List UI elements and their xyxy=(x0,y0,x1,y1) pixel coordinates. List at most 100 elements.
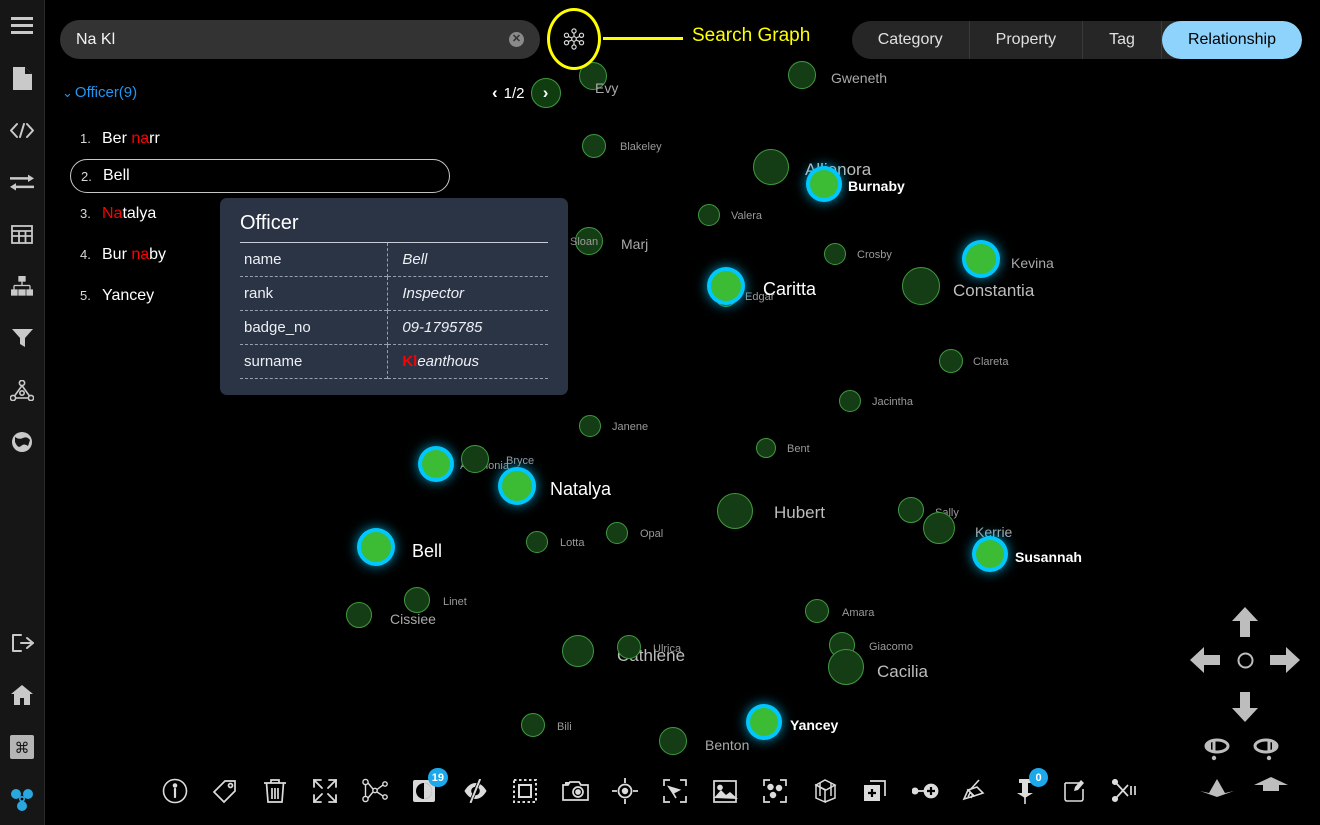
graph-node[interactable] xyxy=(502,471,532,501)
nav-center-icon[interactable] xyxy=(1237,652,1254,674)
graph-node[interactable] xyxy=(966,244,996,274)
graph-node[interactable] xyxy=(753,149,789,185)
annotate-icon[interactable] xyxy=(1050,766,1100,816)
graph-expand-icon[interactable] xyxy=(350,766,400,816)
tilt-up-icon[interactable] xyxy=(1254,775,1288,802)
nav-down-icon[interactable] xyxy=(1232,692,1258,727)
graph-node[interactable] xyxy=(824,243,846,265)
graph-node[interactable] xyxy=(976,540,1004,568)
graph-node[interactable] xyxy=(898,497,924,523)
info-icon[interactable] xyxy=(150,766,200,816)
hide-icon[interactable] xyxy=(450,766,500,816)
toolbar-badge: 0 xyxy=(1029,768,1048,787)
nav-right-icon[interactable] xyxy=(1270,647,1300,678)
results-group-header[interactable]: ⌄ Officer(9) xyxy=(62,84,137,101)
graph-node[interactable] xyxy=(939,349,963,373)
graph-node-label: Burnaby xyxy=(848,178,905,194)
graph-node-label: Kevina xyxy=(1011,255,1054,271)
tab-tag[interactable]: Tag xyxy=(1083,21,1162,59)
graph-node[interactable] xyxy=(756,438,776,458)
prev-page-button[interactable]: ‹ xyxy=(492,83,498,103)
graph-node[interactable] xyxy=(404,587,430,613)
camera-icon[interactable] xyxy=(550,766,600,816)
tab-category[interactable]: Category xyxy=(852,21,970,59)
graph-node-label: Benton xyxy=(705,737,749,753)
hierarchy-icon[interactable] xyxy=(0,260,45,312)
graph-node[interactable] xyxy=(526,531,548,553)
graph-node[interactable] xyxy=(810,170,838,198)
menu-icon[interactable] xyxy=(0,0,45,52)
graph-node[interactable] xyxy=(711,271,741,301)
add-layer-icon[interactable] xyxy=(850,766,900,816)
graph-node[interactable] xyxy=(717,493,753,529)
graph-node[interactable] xyxy=(902,267,940,305)
command-icon[interactable]: ⌘ xyxy=(0,721,45,773)
cut-edge-icon[interactable] xyxy=(1100,766,1150,816)
code-icon[interactable] xyxy=(0,104,45,156)
document-icon[interactable] xyxy=(0,52,45,104)
table-icon[interactable] xyxy=(0,208,45,260)
next-page-button[interactable]: › xyxy=(531,78,561,108)
target-icon[interactable] xyxy=(600,766,650,816)
tag-icon[interactable] xyxy=(200,766,250,816)
search-bar[interactable]: ✕ xyxy=(60,20,540,59)
graph-node[interactable] xyxy=(828,649,864,685)
search-input[interactable] xyxy=(76,31,509,49)
tab-property[interactable]: Property xyxy=(970,21,1083,59)
search-graph-button[interactable] xyxy=(547,8,601,70)
graph-node[interactable] xyxy=(617,635,641,659)
graph-node[interactable] xyxy=(606,522,628,544)
image-icon[interactable] xyxy=(700,766,750,816)
nav-left-icon[interactable] xyxy=(1190,647,1220,678)
filter-icon[interactable] xyxy=(0,312,45,364)
expand-icon[interactable] xyxy=(300,766,350,816)
graph-node-label: Bryce xyxy=(506,455,534,467)
graph-node[interactable] xyxy=(422,450,450,478)
graph-node-label: Lotta xyxy=(560,537,584,549)
left-sidebar: ⌘ xyxy=(0,0,45,825)
graph-node[interactable] xyxy=(361,532,391,562)
result-item[interactable]: 2.Bell xyxy=(70,159,450,193)
cube-icon[interactable] xyxy=(800,766,850,816)
pin-icon[interactable]: 0 xyxy=(1000,766,1050,816)
cluster-icon[interactable] xyxy=(750,766,800,816)
graph-node-label: Susannah xyxy=(1015,549,1082,565)
graph-node[interactable] xyxy=(788,61,816,89)
graph-node[interactable] xyxy=(805,599,829,623)
graph-node[interactable] xyxy=(562,635,594,667)
graph-node[interactable] xyxy=(698,204,720,226)
graph-node[interactable] xyxy=(346,602,372,628)
user-icon[interactable] xyxy=(0,773,45,825)
trash-icon[interactable] xyxy=(250,766,300,816)
add-node-icon[interactable] xyxy=(900,766,950,816)
home-icon[interactable] xyxy=(0,669,45,721)
graph-node[interactable] xyxy=(923,512,955,544)
rotate-right-icon[interactable] xyxy=(1252,735,1285,766)
graph-node-label: Opal xyxy=(640,528,663,540)
graph-node-label: Valera xyxy=(731,210,762,222)
tab-relationship[interactable]: Relationship xyxy=(1162,21,1302,59)
graph-node-label: Caritta xyxy=(763,279,816,300)
graph-node[interactable] xyxy=(579,415,601,437)
network-icon[interactable] xyxy=(0,364,45,416)
lasso-icon[interactable] xyxy=(650,766,700,816)
graph-node[interactable] xyxy=(461,445,489,473)
graph-node[interactable] xyxy=(521,713,545,737)
result-item[interactable]: 1.Ber narr xyxy=(70,118,470,159)
tilt-down-icon[interactable] xyxy=(1200,775,1234,802)
graph-node[interactable] xyxy=(839,390,861,412)
graph-node[interactable] xyxy=(582,134,606,158)
graph-node[interactable] xyxy=(659,727,687,755)
rotate-left-icon[interactable] xyxy=(1198,735,1231,766)
contrast-icon[interactable]: 19 xyxy=(400,766,450,816)
clear-icon[interactable]: ✕ xyxy=(509,32,524,47)
graph-node-label: Bell xyxy=(412,541,442,562)
graph-node[interactable] xyxy=(750,708,778,736)
exchange-icon[interactable] xyxy=(0,156,45,208)
select-area-icon[interactable] xyxy=(500,766,550,816)
broom-icon[interactable] xyxy=(950,766,1000,816)
logout-icon[interactable] xyxy=(0,617,45,669)
globe-icon[interactable] xyxy=(0,416,45,468)
nav-up-icon[interactable] xyxy=(1232,607,1258,642)
graph-node[interactable] xyxy=(575,227,603,255)
